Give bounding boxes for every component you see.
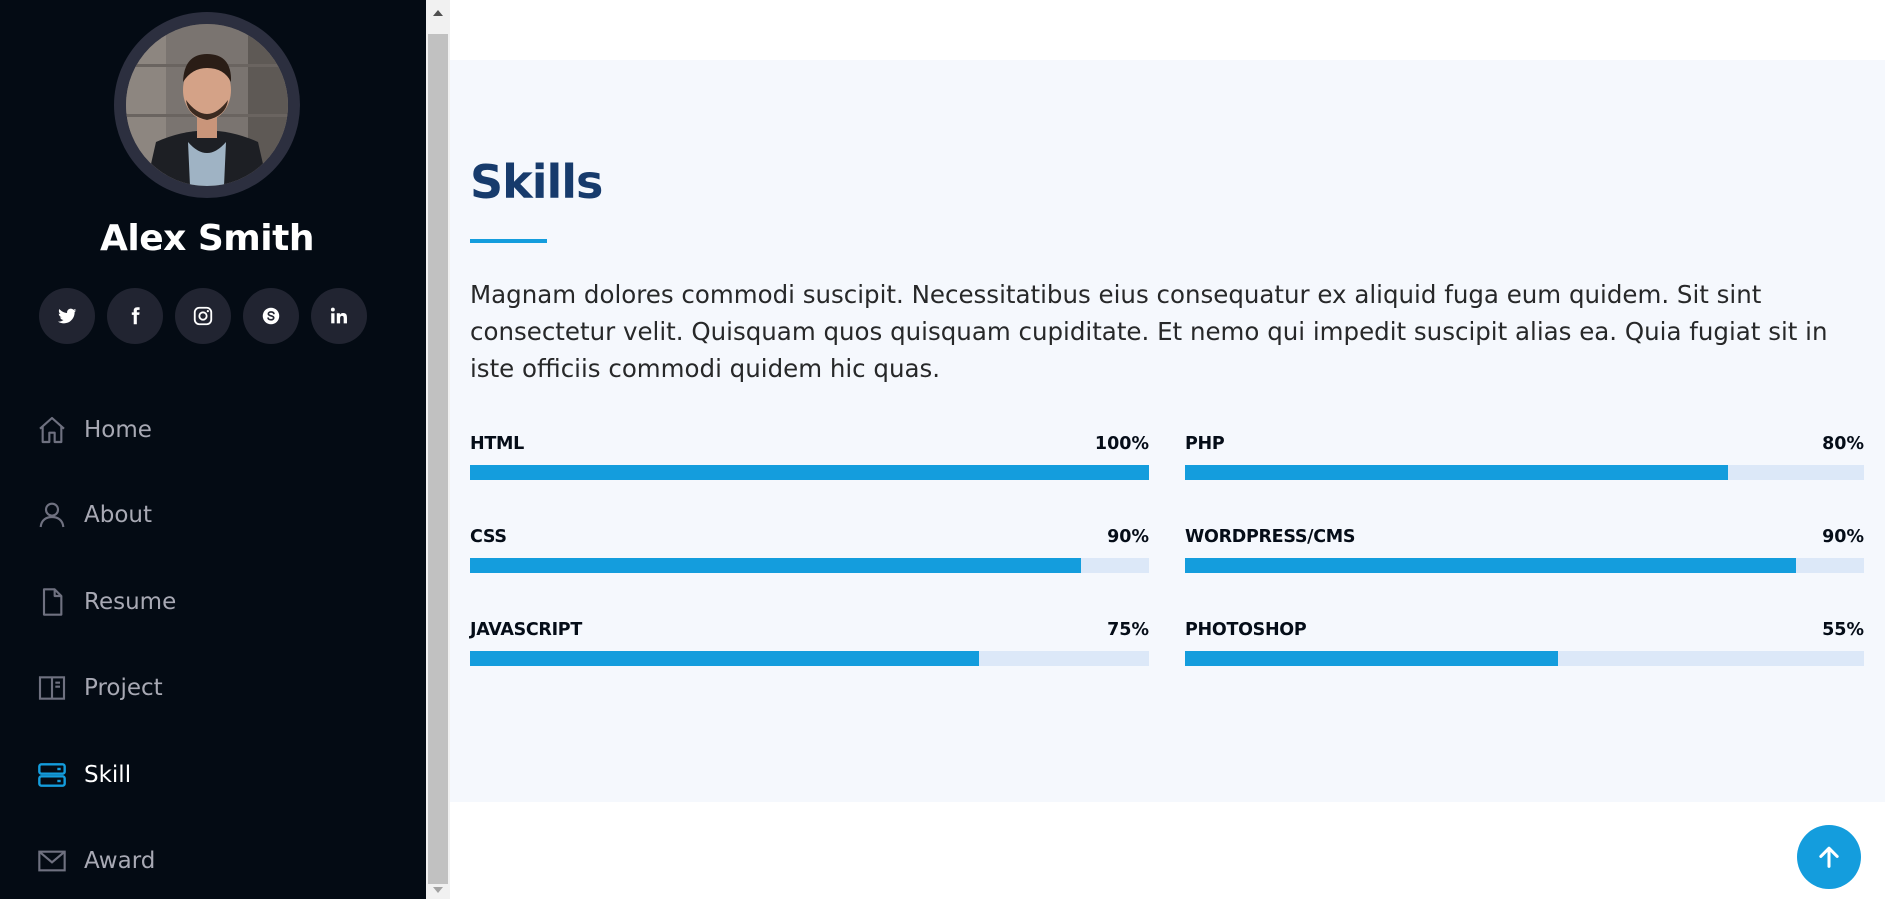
skill-percent: 90% — [1822, 527, 1864, 547]
skill-header: JAVASCRIPT 75% — [470, 618, 1149, 642]
skill-item: PHOTOSHOP 55% — [1185, 618, 1864, 666]
back-to-top-button[interactable] — [1797, 825, 1861, 889]
arrow-down-icon — [433, 887, 443, 893]
facebook-link[interactable] — [107, 288, 163, 344]
instagram-icon — [193, 306, 213, 326]
skill-header: WORDPRESS/CMS 90% — [1185, 525, 1864, 549]
skill-percent: 90% — [1107, 527, 1149, 547]
progress-track — [470, 465, 1149, 480]
progress-fill — [470, 558, 1082, 573]
arrow-up-icon — [433, 10, 443, 16]
nav-item-resume[interactable]: Resume — [36, 582, 176, 622]
instagram-link[interactable] — [175, 288, 231, 344]
avatar — [126, 24, 288, 186]
progress-fill — [470, 465, 1149, 480]
skill-item: HTML 100% — [470, 432, 1149, 480]
linkedin-link[interactable] — [311, 288, 367, 344]
progress-track — [1185, 558, 1864, 573]
skill-item: PHP 80% — [1185, 432, 1864, 480]
skill-header: PHOTOSHOP 55% — [1185, 618, 1864, 642]
profile-name: Alex Smith — [100, 218, 315, 259]
skill-name: HTML — [470, 434, 524, 454]
skill-header: PHP 80% — [1185, 432, 1864, 456]
main-content: Skills Magnam dolores commodi suscipit. … — [450, 0, 1885, 899]
progress-track — [1185, 465, 1864, 480]
skill-name: PHP — [1185, 434, 1225, 454]
scroll-up-button[interactable] — [426, 0, 450, 26]
skill-item: WORDPRESS/CMS 90% — [1185, 525, 1864, 573]
skill-item: JAVASCRIPT 75% — [470, 618, 1149, 666]
skill-name: CSS — [470, 527, 507, 547]
skill-percent: 55% — [1822, 620, 1864, 640]
progress-fill — [1185, 465, 1729, 480]
scroll-down-button[interactable] — [426, 881, 450, 899]
progress-track — [470, 558, 1149, 573]
sidebar: Alex Smith Home About Resume Project Ski… — [0, 0, 426, 899]
nav-label-home: Home — [84, 417, 152, 443]
progress-fill — [1185, 651, 1559, 666]
skill-header: CSS 90% — [470, 525, 1149, 549]
skill-header: HTML 100% — [470, 432, 1149, 456]
nav-label-skill: Skill — [84, 762, 132, 788]
nav-item-about[interactable]: About — [36, 495, 152, 535]
scroll-thumb[interactable] — [428, 34, 448, 884]
nav-item-skill[interactable]: Skill — [36, 755, 131, 795]
scrollbar[interactable] — [426, 0, 450, 899]
nav-label-resume: Resume — [84, 589, 177, 615]
skill-name: WORDPRESS/CMS — [1185, 527, 1356, 547]
server-icon — [36, 759, 68, 791]
section-title: Skills — [470, 155, 603, 209]
home-icon — [36, 414, 68, 446]
section-description: Magnam dolores commodi suscipit. Necessi… — [470, 280, 1828, 383]
skill-name: JAVASCRIPT — [470, 620, 582, 640]
twitter-icon — [57, 308, 77, 324]
skill-name: PHOTOSHOP — [1185, 620, 1307, 640]
person-icon — [36, 499, 68, 531]
nav-item-project[interactable]: Project — [36, 668, 163, 708]
skype-link[interactable] — [243, 288, 299, 344]
skype-icon — [262, 307, 280, 325]
twitter-link[interactable] — [39, 288, 95, 344]
linkedin-icon — [330, 307, 347, 324]
nav-label-about: About — [84, 502, 153, 528]
progress-track — [1185, 651, 1864, 666]
envelope-icon — [36, 845, 68, 877]
skill-item: CSS 90% — [470, 525, 1149, 573]
facebook-icon — [131, 307, 140, 325]
title-underline — [470, 239, 547, 243]
progress-fill — [470, 651, 980, 666]
book-icon — [36, 672, 68, 704]
file-icon — [36, 586, 68, 618]
progress-track — [470, 651, 1149, 666]
skill-percent: 75% — [1107, 620, 1149, 640]
progress-fill — [1185, 558, 1797, 573]
avatar-frame — [114, 12, 300, 198]
skill-percent: 80% — [1822, 434, 1864, 454]
nav-label-award: Award — [84, 848, 156, 874]
nav-item-award[interactable]: Award — [36, 841, 155, 881]
skill-percent: 100% — [1094, 434, 1149, 454]
nav-item-home[interactable]: Home — [36, 410, 152, 450]
nav-label-project: Project — [84, 675, 163, 701]
arrow-up-icon — [1819, 846, 1839, 868]
skills-section: Skills Magnam dolores commodi suscipit. … — [450, 60, 1885, 802]
